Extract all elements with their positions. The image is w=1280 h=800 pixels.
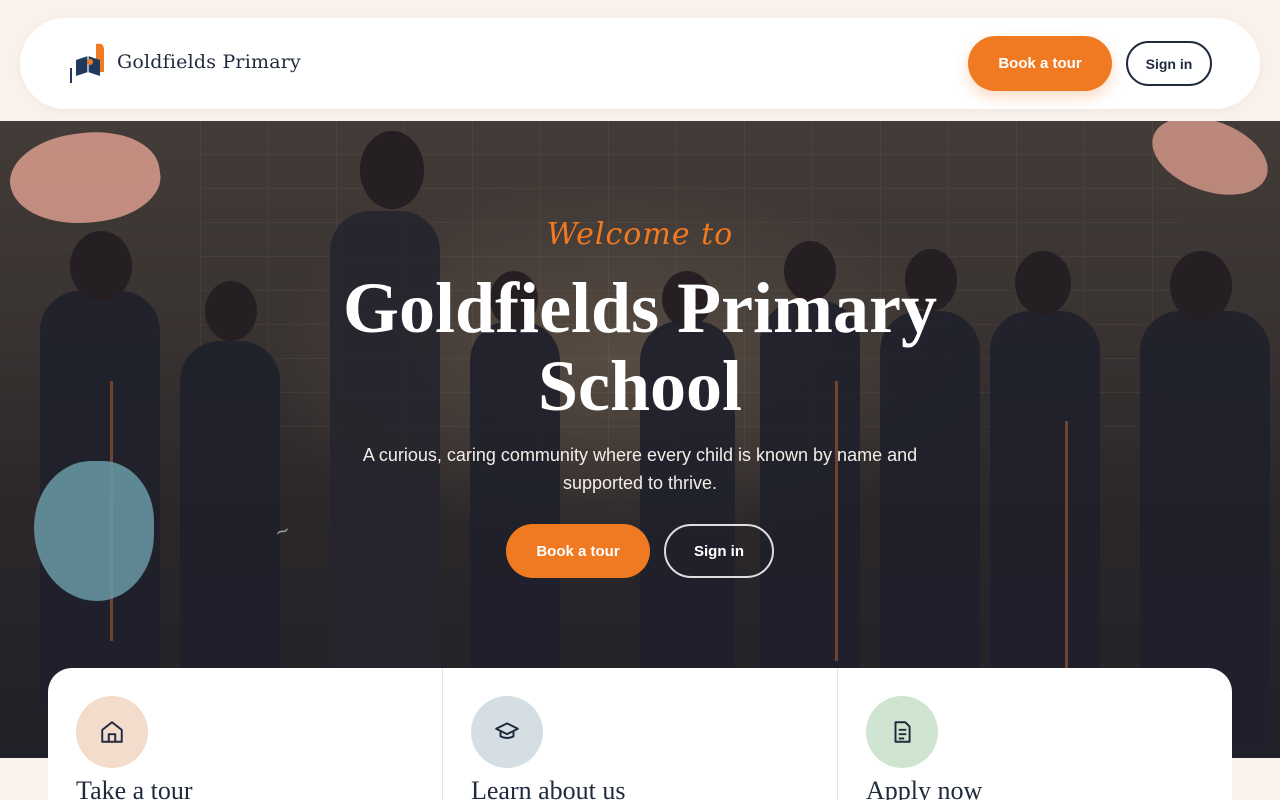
hero-welcome-text: Welcome to — [546, 217, 734, 252]
card-learn-about-us[interactable]: Learn about us — [443, 668, 838, 800]
brand-name[interactable]: Goldfields Primary — [117, 51, 301, 73]
hero-title: Goldfields Primary School — [343, 268, 937, 426]
sign-in-button[interactable]: Sign in — [1126, 41, 1212, 86]
document-icon — [866, 696, 938, 768]
book-tour-button[interactable]: Book a tour — [968, 36, 1112, 91]
card-title: Apply now — [866, 776, 983, 800]
card-title: Take a tour — [76, 776, 193, 800]
hero-sign-in-button[interactable]: Sign in — [664, 524, 774, 578]
card-apply-now[interactable]: Apply now — [838, 668, 1232, 800]
hero-section: ~ Welcome to Goldfields Primary School A… — [0, 121, 1280, 758]
school-logo[interactable] — [68, 42, 108, 84]
hero-book-tour-button[interactable]: Book a tour — [506, 524, 650, 578]
header-bar: Goldfields Primary Book a tour Sign in — [0, 0, 1280, 121]
card-take-tour[interactable]: Take a tour — [48, 668, 443, 800]
hero-subtitle: A curious, caring community where every … — [362, 445, 918, 493]
quick-links: Take a tour Learn about us Apply now — [48, 668, 1232, 800]
graduation-cap-icon — [471, 696, 543, 768]
home-icon — [76, 696, 148, 768]
decorative-blob-teal — [34, 461, 154, 601]
card-title: Learn about us — [471, 776, 626, 800]
navbar: Goldfields Primary Book a tour Sign in — [20, 18, 1260, 109]
